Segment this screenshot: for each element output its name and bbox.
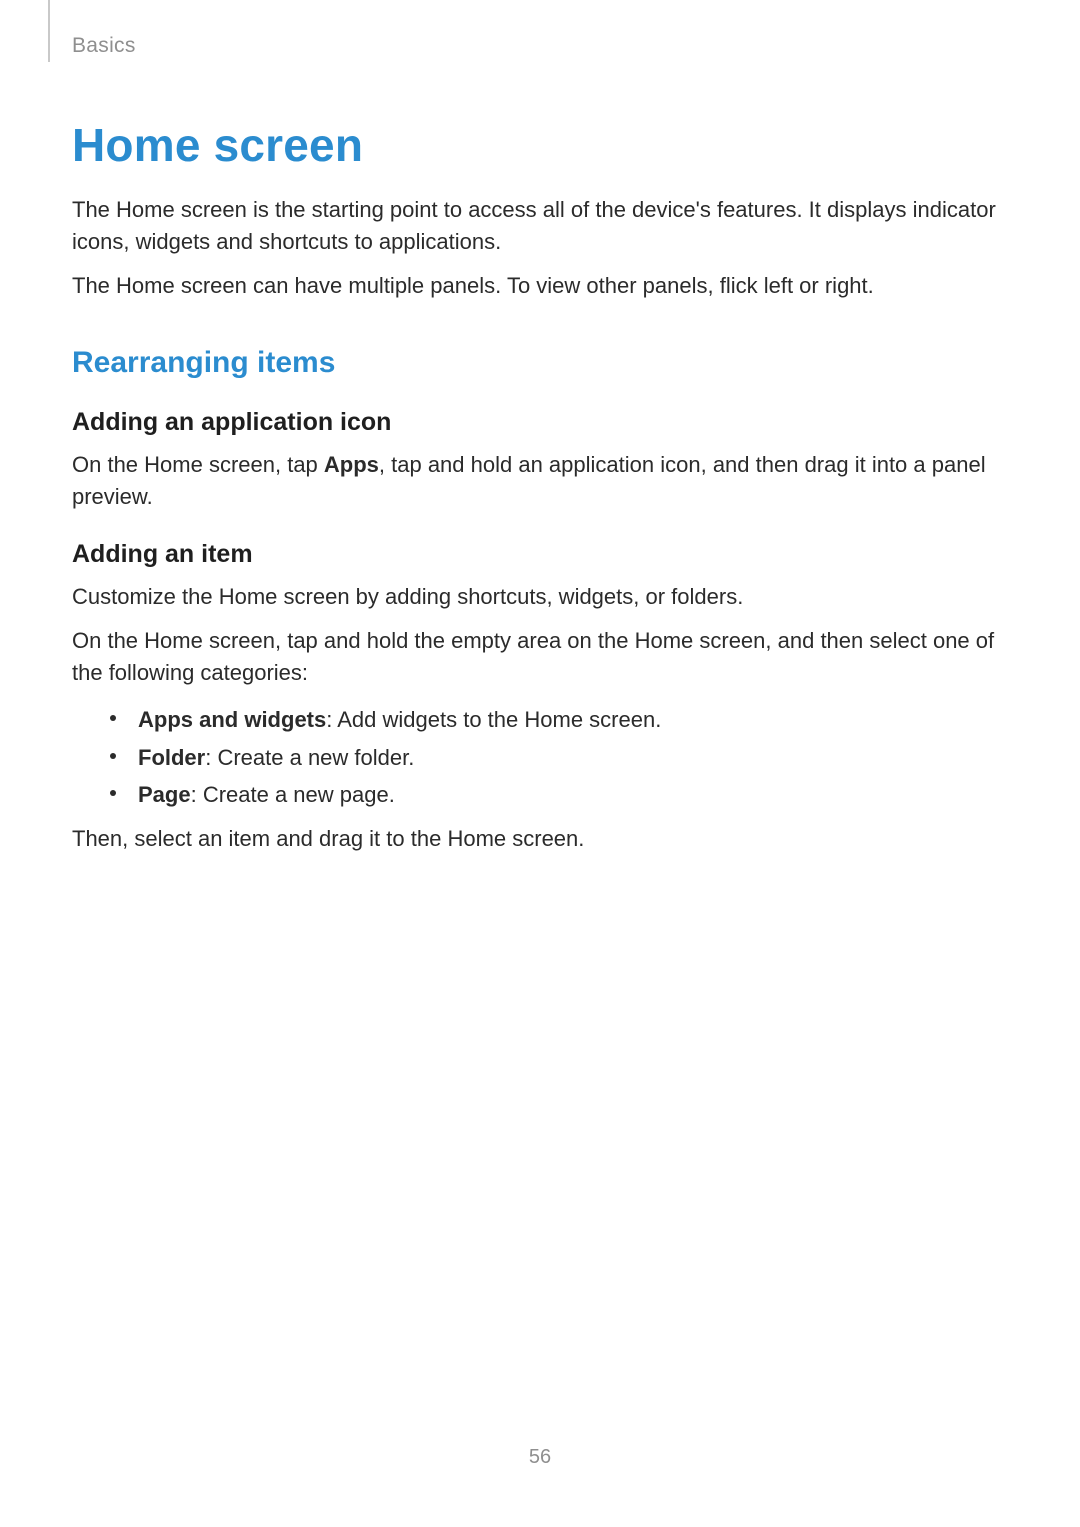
bullet-lead: Apps and widgets bbox=[138, 707, 326, 732]
bullet-rest: : Add widgets to the Home screen. bbox=[326, 707, 661, 732]
list-item: Apps and widgets: Add widgets to the Hom… bbox=[110, 701, 1008, 738]
page: Basics Home screen The Home screen is th… bbox=[0, 0, 1080, 1527]
bullet-rest: : Create a new page. bbox=[191, 782, 395, 807]
header-rule bbox=[48, 0, 50, 62]
add-item-bullet-list: Apps and widgets: Add widgets to the Hom… bbox=[72, 701, 1008, 813]
add-app-icon-paragraph: On the Home screen, tap Apps, tap and ho… bbox=[72, 449, 1008, 513]
list-item: Folder: Create a new folder. bbox=[110, 739, 1008, 776]
page-number: 56 bbox=[0, 1446, 1080, 1469]
intro-paragraph-1: The Home screen is the starting point to… bbox=[72, 194, 1008, 258]
add-item-paragraph-1: Customize the Home screen by adding shor… bbox=[72, 581, 1008, 613]
subsection-heading-add-item: Adding an item bbox=[72, 540, 1008, 569]
subsection-heading-add-app-icon: Adding an application icon bbox=[72, 408, 1008, 437]
text-run: On the Home screen, tap bbox=[72, 452, 324, 477]
list-item: Page: Create a new page. bbox=[110, 776, 1008, 813]
bullet-lead: Folder bbox=[138, 745, 205, 770]
add-item-paragraph-2: On the Home screen, tap and hold the emp… bbox=[72, 625, 1008, 689]
bullet-rest: : Create a new folder. bbox=[205, 745, 414, 770]
breadcrumb: Basics bbox=[72, 34, 136, 58]
text-bold-apps: Apps bbox=[324, 452, 379, 477]
section-heading-rearranging: Rearranging items bbox=[72, 346, 1008, 380]
content: Home screen The Home screen is the start… bbox=[72, 36, 1008, 855]
page-title: Home screen bbox=[72, 118, 1008, 172]
bullet-lead: Page bbox=[138, 782, 191, 807]
intro-paragraph-2: The Home screen can have multiple panels… bbox=[72, 270, 1008, 302]
add-item-paragraph-3: Then, select an item and drag it to the … bbox=[72, 823, 1008, 855]
